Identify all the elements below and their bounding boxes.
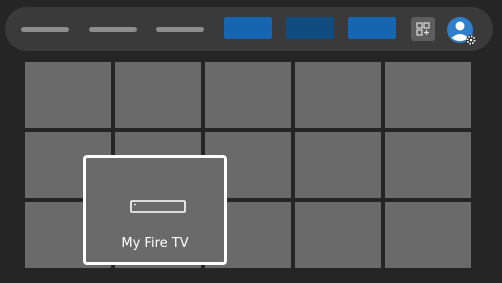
my-fire-tv-tile[interactable]: My Fire TV [83, 155, 227, 265]
grid-tile[interactable] [385, 132, 471, 198]
my-fire-tv-label: My Fire TV [121, 236, 189, 251]
grid-tile[interactable] [295, 132, 381, 198]
apps-grid-plus-icon [416, 22, 430, 36]
apps-button[interactable] [411, 17, 435, 41]
nav-tile-2[interactable] [286, 17, 334, 39]
nav-tile-3[interactable] [348, 17, 396, 39]
grid-tile[interactable] [385, 62, 471, 128]
profile-settings-icon [447, 17, 476, 45]
grid-tile[interactable] [295, 62, 381, 128]
grid-tile[interactable] [115, 62, 201, 128]
grid-tile[interactable] [295, 202, 381, 268]
fire-tv-stick-icon [130, 200, 186, 213]
nav-item-2[interactable] [89, 27, 137, 32]
nav-item-3[interactable] [156, 27, 204, 32]
nav-tile-1[interactable] [224, 17, 272, 39]
grid-tile[interactable] [205, 62, 291, 128]
grid-tile[interactable] [25, 62, 111, 128]
profile-button[interactable] [446, 15, 480, 49]
nav-item-1[interactable] [21, 27, 69, 32]
top-navigation-bar [5, 7, 493, 51]
grid-tile[interactable] [385, 202, 471, 268]
